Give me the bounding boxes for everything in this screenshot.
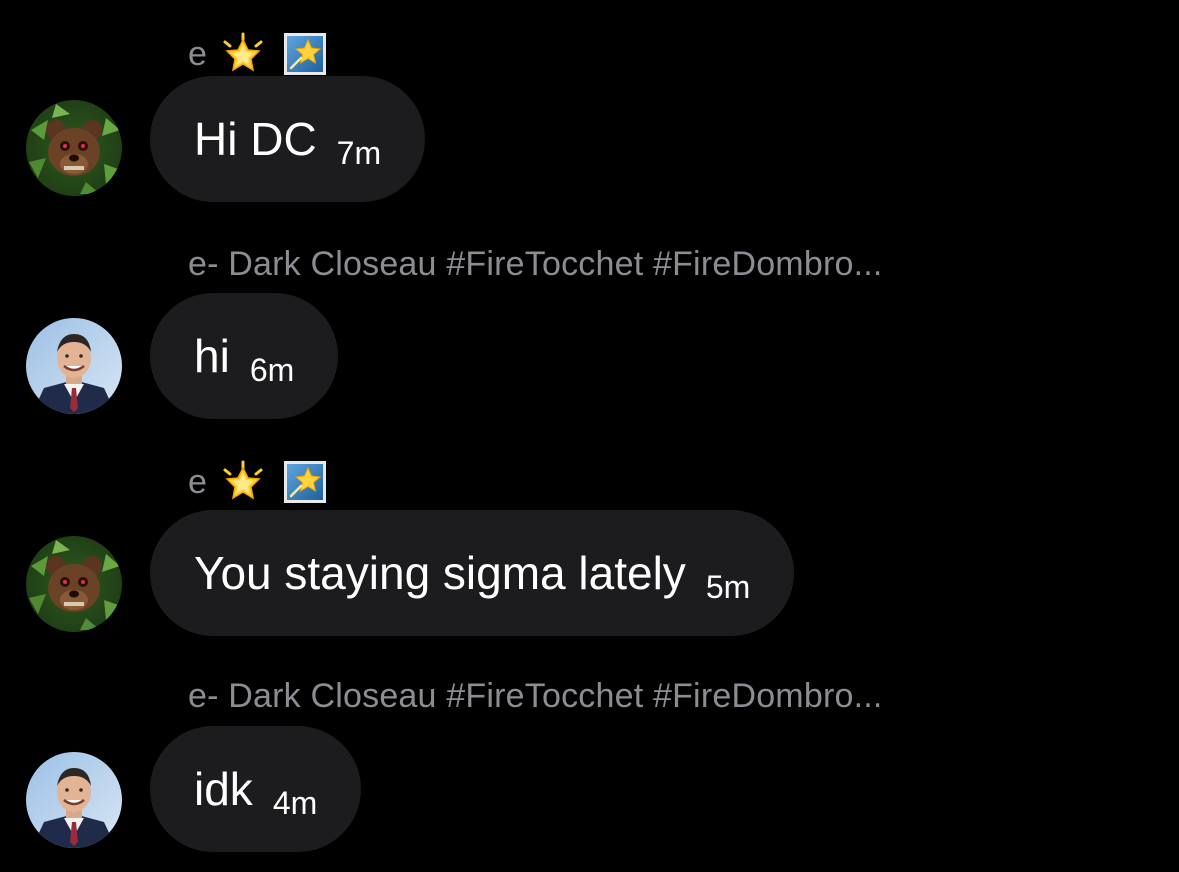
man-in-suit-avatar-icon[interactable] [26,318,122,414]
message-time: 5m [705,568,751,605]
message-text: idk [194,763,253,815]
sender-name-row: e [188,460,327,504]
bear-avatar-icon[interactable] [26,536,122,632]
sender-name: e- Dark Closeau #FireTocchet #FireDombro… [188,245,883,283]
message-bubble[interactable]: Hi DC 7m [150,76,426,202]
message-time: 6m [249,351,295,388]
shooting-star-box-icon [283,460,327,504]
message-bubble[interactable]: You staying sigma lately 5m [150,510,795,636]
message-bubble[interactable]: hi 6m [150,293,339,419]
bear-avatar-icon[interactable] [26,100,122,196]
message-text: Hi DC [194,113,317,165]
glowing-star-icon [221,460,265,504]
man-in-suit-avatar-icon[interactable] [26,752,122,848]
sender-name: e [188,463,208,501]
shooting-star-box-icon [283,32,327,76]
message-bubble[interactable]: idk 4m [150,726,362,852]
message-text: hi [194,330,230,382]
sender-name-row: e- Dark Closeau #FireTocchet #FireDombro… [188,244,883,284]
sender-name-row: e [188,32,327,76]
sender-name: e- Dark Closeau #FireTocchet #FireDombro… [188,677,883,715]
message-time: 4m [272,784,318,821]
sender-name: e [188,35,208,73]
chat-thread: e Hi DC 7m e- Dark Closeau #FireTocchet … [0,0,1179,872]
message-time: 7m [336,134,382,171]
sender-name-row: e- Dark Closeau #FireTocchet #FireDombro… [188,676,883,716]
glowing-star-icon [221,32,265,76]
message-text: You staying sigma lately [194,547,686,599]
